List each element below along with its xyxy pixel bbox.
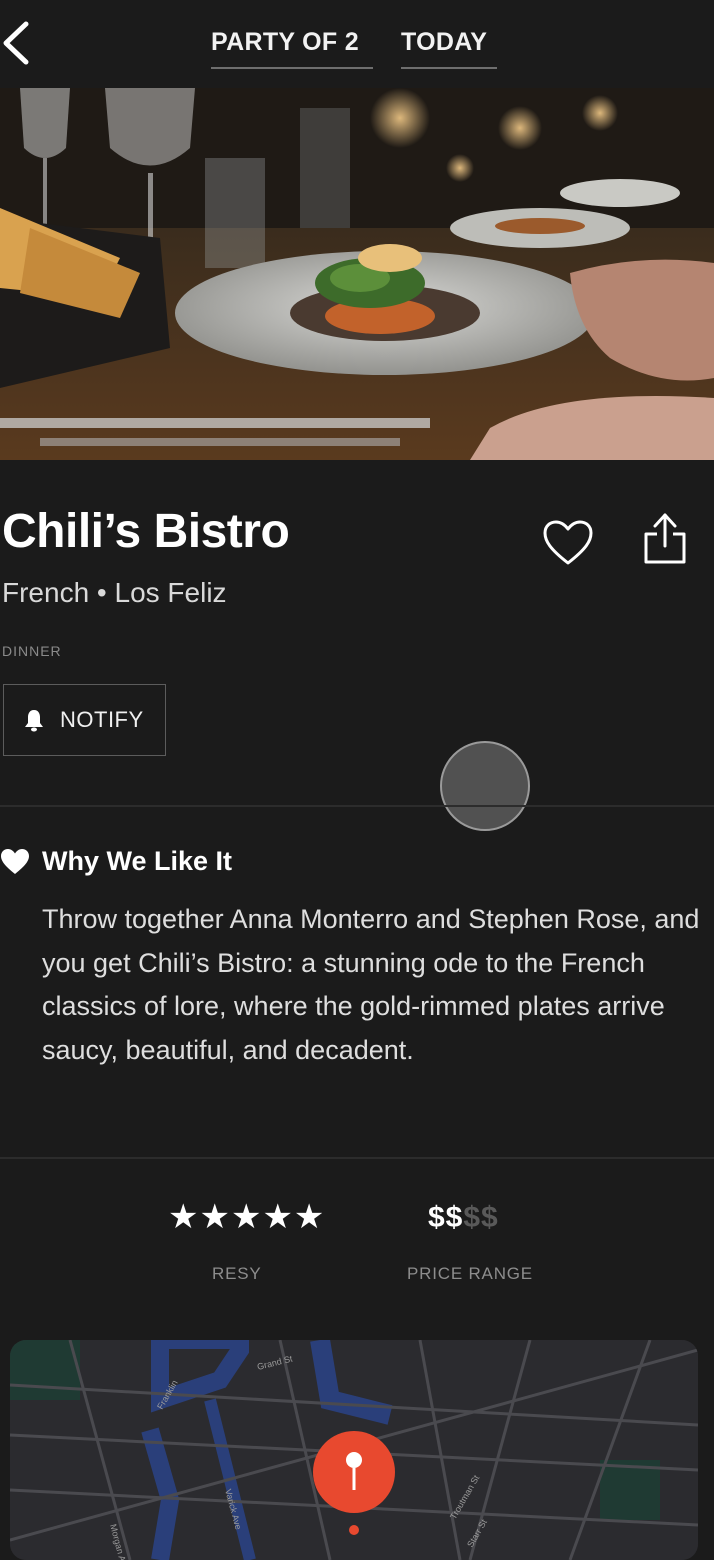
section-divider — [0, 1157, 714, 1159]
favorite-button[interactable] — [540, 515, 596, 571]
party-size-selector[interactable]: PARTY OF 2 — [211, 28, 373, 69]
restaurant-hero-photo — [0, 88, 714, 460]
resy-rating-label: RESY — [212, 1264, 262, 1283]
price-range-indicator: $$$$ — [428, 1200, 499, 1236]
share-button[interactable] — [640, 510, 690, 570]
why-we-like-it-description: Throw together Anna Monterro and Stephen… — [42, 904, 700, 1065]
resy-star-rating: ★★★★★ — [168, 1198, 326, 1236]
back-button[interactable] — [0, 18, 40, 68]
price-inactive-symbols: $$ — [463, 1201, 499, 1234]
price-active-symbols: $$ — [428, 1201, 464, 1234]
restaurant-name: Chili’s Bistro — [2, 505, 290, 558]
price-range-label: PRICE RANGE — [407, 1264, 533, 1283]
heart-outline-icon — [543, 520, 593, 565]
notify-button[interactable]: NOTIFY — [3, 684, 166, 756]
share-icon — [644, 513, 686, 564]
chevron-left-icon — [3, 21, 29, 65]
top-bar: PARTY OF 2 TODAY — [0, 0, 714, 88]
bell-icon — [25, 710, 43, 732]
heart-icon — [1, 848, 29, 874]
location-map[interactable]: Grand St Franklin Morgan Ave Varick Ave … — [10, 1340, 698, 1560]
touch-indicator — [440, 741, 530, 831]
cuisine-and-neighborhood: French • Los Feliz — [2, 577, 227, 608]
why-we-like-it-heading: Why We Like It — [0, 846, 232, 877]
meal-type: DINNER — [2, 643, 62, 659]
date-selector[interactable]: TODAY — [401, 28, 497, 69]
notify-label: NOTIFY — [60, 707, 144, 732]
why-we-like-it-title: Why We Like It — [42, 846, 233, 876]
section-divider — [0, 805, 714, 807]
